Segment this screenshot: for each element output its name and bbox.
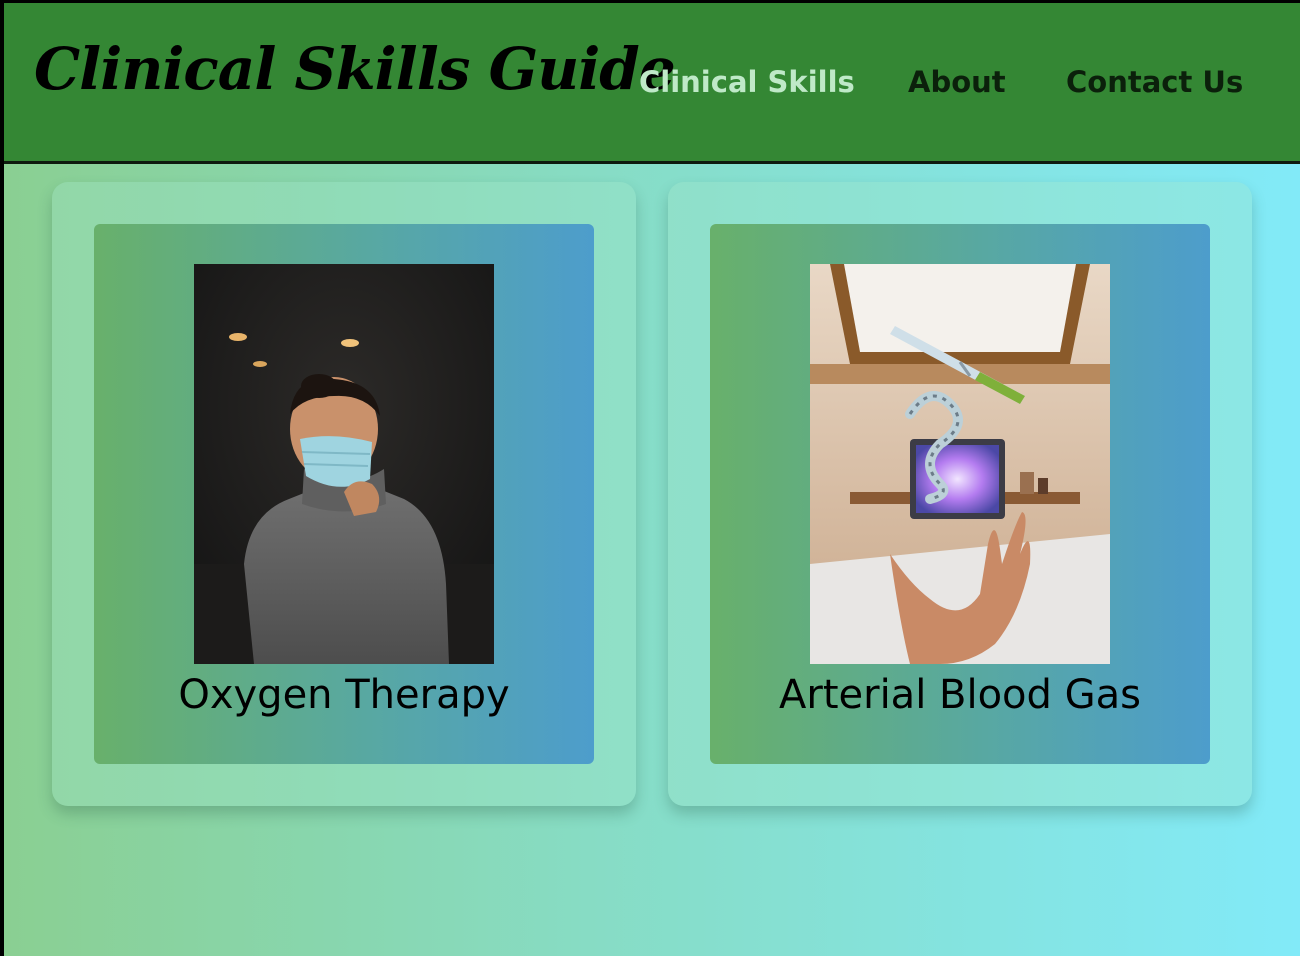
nav-about[interactable]: About [908, 65, 1006, 99]
page: Clinical Skills Guide Clinical Skills Ab… [4, 3, 1300, 956]
card-title[interactable]: Arterial Blood Gas [710, 672, 1210, 718]
card-inner: Arterial Blood Gas [710, 224, 1210, 764]
syringe-floating-above-hand-photo[interactable] [810, 264, 1110, 664]
card-inner: Oxygen Therapy [94, 224, 594, 764]
site-logo[interactable]: Clinical Skills Guide [34, 35, 676, 103]
card-arterial-blood-gas[interactable]: Arterial Blood Gas [668, 182, 1252, 806]
site-header: Clinical Skills Guide Clinical Skills Ab… [4, 3, 1300, 164]
woman-wearing-face-mask-photo[interactable] [194, 264, 494, 664]
nav-contact-us[interactable]: Contact Us [1066, 65, 1243, 99]
card-oxygen-therapy[interactable]: Oxygen Therapy [52, 182, 636, 806]
card-title[interactable]: Oxygen Therapy [94, 672, 594, 718]
nav-clinical-skills[interactable]: Clinical Skills [639, 65, 855, 99]
